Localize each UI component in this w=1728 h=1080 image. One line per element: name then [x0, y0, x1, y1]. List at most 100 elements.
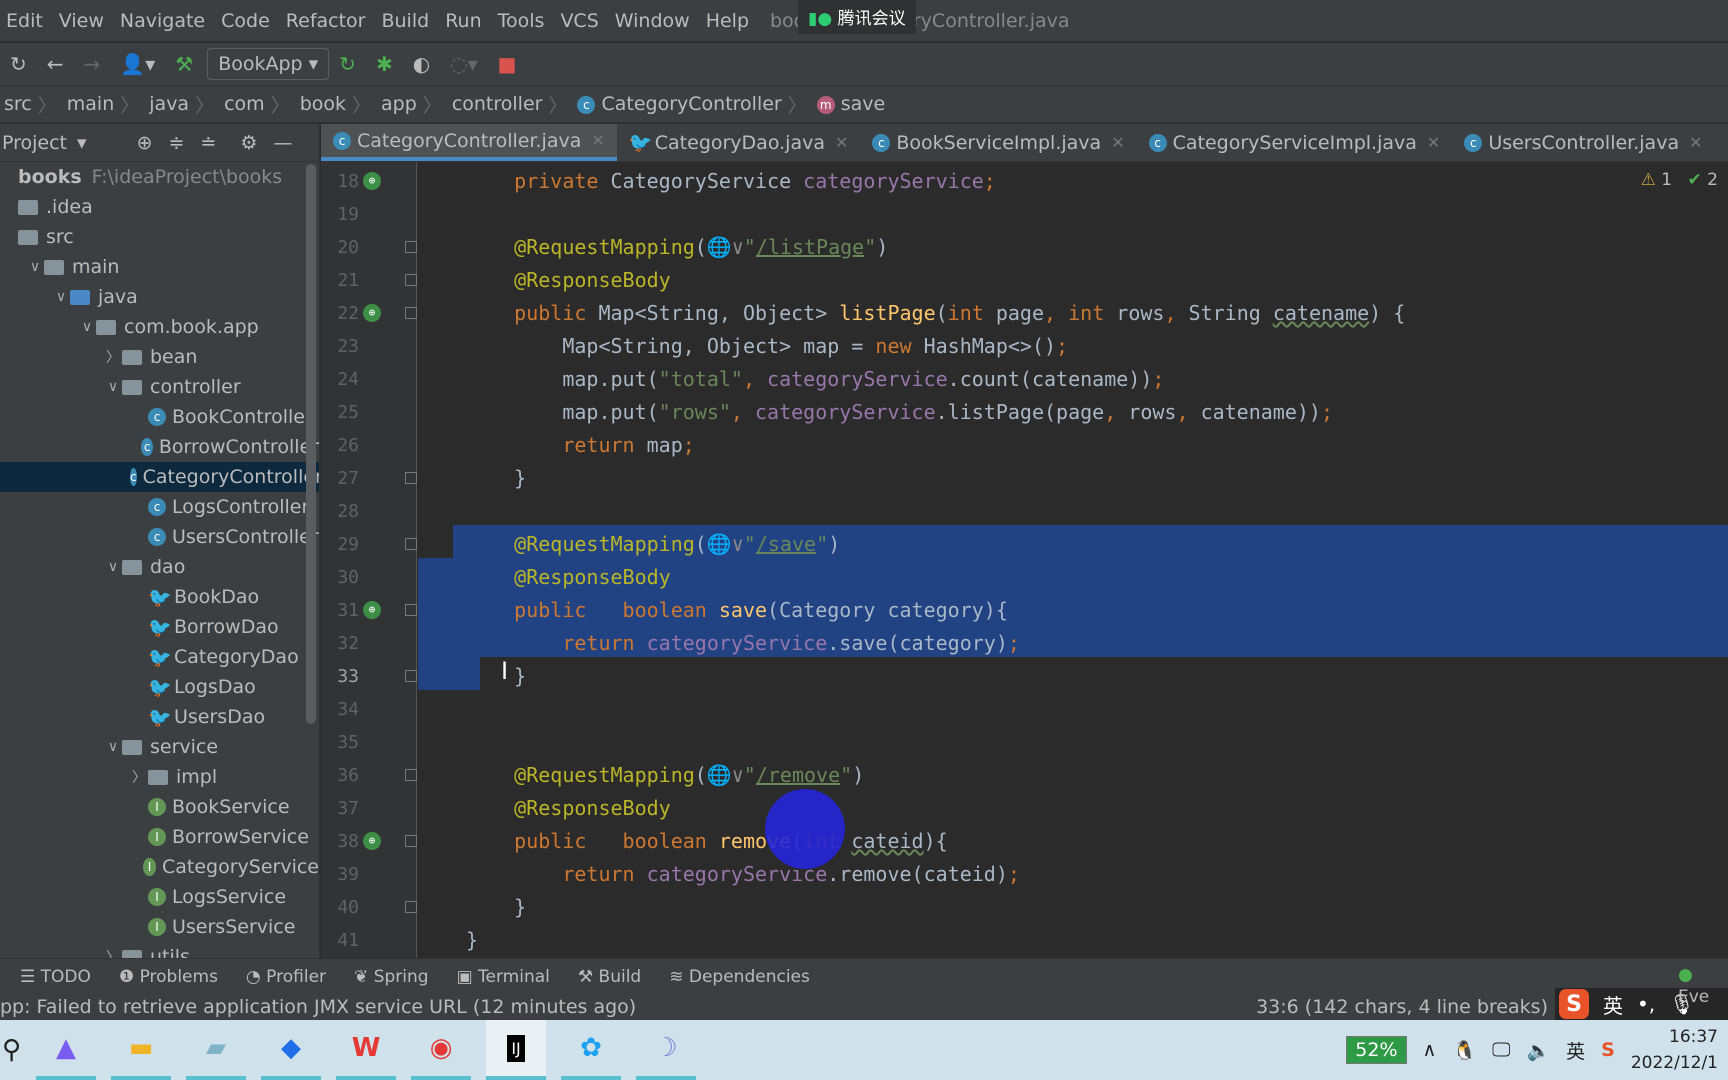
taskbar-app-meeting[interactable]: ◆: [261, 1020, 322, 1080]
coverage-icon[interactable]: ◐: [413, 52, 430, 76]
taskbar-app-intellij[interactable]: IJ: [486, 1020, 547, 1080]
menu-window[interactable]: Window: [615, 10, 690, 32]
volume-icon[interactable]: 🔈: [1526, 1039, 1550, 1062]
toolwindow-dependencies[interactable]: ≋ Dependencies: [669, 967, 810, 987]
input-language[interactable]: 英: [1566, 1037, 1585, 1064]
tree-item[interactable]: ∨ controller: [0, 372, 319, 402]
fold-marker-icon[interactable]: [405, 604, 417, 616]
fold-marker-icon[interactable]: [405, 307, 417, 319]
code-editor[interactable]: 18 ⊕ private CategoryService categoryServ…: [321, 162, 1728, 958]
menu-navigate[interactable]: Navigate: [120, 10, 205, 32]
chevron-up-icon[interactable]: ∧: [1423, 1039, 1437, 1061]
close-icon[interactable]: ✕: [591, 131, 604, 150]
locate-icon[interactable]: ⊕: [137, 132, 153, 154]
fold-marker-icon[interactable]: [405, 241, 417, 253]
tree-item[interactable]: c CategoryController: [0, 462, 319, 492]
tree-item[interactable]: c BookController: [0, 402, 319, 432]
spring-bean-icon[interactable]: ⊕: [363, 832, 381, 850]
taskbar-app-photos[interactable]: ▲: [36, 1020, 97, 1080]
menu-refactor[interactable]: Refactor: [286, 10, 366, 32]
menu-vcs[interactable]: VCS: [560, 10, 598, 32]
breadcrumb-item[interactable]: m save: [816, 93, 885, 115]
menu-build[interactable]: Build: [381, 10, 429, 32]
hide-icon[interactable]: —: [273, 132, 292, 154]
chevron-right-icon[interactable]: 〉: [104, 347, 122, 367]
close-icon[interactable]: ✕: [1427, 133, 1440, 152]
fold-marker-icon[interactable]: [405, 274, 417, 286]
back-icon[interactable]: ←: [47, 52, 64, 76]
spring-bean-icon[interactable]: ⊕: [363, 172, 381, 190]
tree-item[interactable]: books F:\ideaProject\books: [0, 162, 319, 192]
tree-item[interactable]: 🐦 BookDao: [0, 582, 319, 612]
tree-item[interactable]: 〉 impl: [0, 762, 319, 792]
network-icon[interactable]: 🖵: [1492, 1039, 1510, 1061]
project-view-select[interactable]: Project: [2, 132, 67, 154]
tab-bookserviceimpl-java[interactable]: c BookServiceImpl.java ✕: [860, 124, 1136, 161]
toolwindow-spring[interactable]: ❦ Spring: [354, 967, 429, 987]
breadcrumb-item[interactable]: c CategoryController: [577, 93, 782, 115]
chevron-down-icon[interactable]: ∨: [104, 379, 122, 395]
menu-help[interactable]: Help: [706, 10, 749, 32]
toolwindow-terminal[interactable]: ▣ Terminal: [457, 967, 550, 987]
breadcrumb-item[interactable]: src: [4, 93, 32, 115]
tree-item[interactable]: c LogsController: [0, 492, 319, 522]
ime-lang[interactable]: 英: [1603, 990, 1623, 1019]
chevron-down-icon[interactable]: ∨: [26, 259, 44, 275]
rerun-icon[interactable]: ↻: [339, 52, 356, 76]
clock[interactable]: 16:37 2022/12/1: [1631, 1024, 1718, 1076]
profile-icon[interactable]: ◌▾: [450, 52, 478, 76]
fold-marker-icon[interactable]: [405, 538, 417, 550]
tree-item[interactable]: I CategoryService: [0, 852, 319, 882]
tree-item[interactable]: I UsersService: [0, 912, 319, 942]
qq-icon[interactable]: 🐧: [1452, 1039, 1476, 1062]
forward-icon[interactable]: →: [84, 52, 101, 76]
menu-edit[interactable]: Edit: [6, 10, 43, 32]
tree-item[interactable]: ∨ main: [0, 252, 319, 282]
breadcrumb-item[interactable]: java: [149, 93, 189, 115]
build-hammer-icon[interactable]: ⚒: [175, 52, 193, 76]
tree-item[interactable]: 〉 utils: [0, 942, 319, 958]
chevron-right-icon[interactable]: 〉: [104, 947, 122, 958]
menu-view[interactable]: View: [59, 10, 104, 32]
tree-item[interactable]: ∨ java: [0, 282, 319, 312]
debug-icon[interactable]: ✱: [376, 52, 393, 76]
chevron-down-icon[interactable]: ∨: [104, 739, 122, 755]
chevron-right-icon[interactable]: 〉: [130, 767, 148, 787]
taskbar-app-chrome[interactable]: ◉: [411, 1020, 472, 1080]
fold-marker-icon[interactable]: [405, 670, 417, 682]
taskbar-app-wps[interactable]: W: [336, 1020, 397, 1080]
status-message[interactable]: pp: Failed to retrieve application JMX s…: [0, 996, 636, 1018]
tree-item[interactable]: src: [0, 222, 319, 252]
taskbar-app-baidu-netdisk[interactable]: ✿: [561, 1020, 622, 1080]
tree-item[interactable]: 〉 bean: [0, 342, 319, 372]
menu-run[interactable]: Run: [445, 10, 481, 32]
chevron-down-icon[interactable]: ∨: [78, 319, 96, 335]
tree-item[interactable]: 🐦 BorrowDao: [0, 612, 319, 642]
sync-icon[interactable]: ↻: [10, 52, 27, 76]
search-icon[interactable]: ⚲: [2, 1035, 21, 1065]
tab-categoryserviceimpl-java[interactable]: c CategoryServiceImpl.java ✕: [1137, 124, 1453, 161]
menu-tools[interactable]: Tools: [498, 10, 545, 32]
caret-position[interactable]: 33:6 (142 chars, 4 line breaks): [1256, 996, 1548, 1018]
collapse-all-icon[interactable]: ≐: [200, 132, 216, 154]
tab-categorycontroller-java[interactable]: c CategoryController.java ✕: [321, 124, 617, 161]
breadcrumb-item[interactable]: book: [300, 93, 346, 115]
fold-marker-icon[interactable]: [405, 835, 417, 847]
tree-item[interactable]: 🐦 LogsDao: [0, 672, 319, 702]
menu-code[interactable]: Code: [221, 10, 270, 32]
breadcrumb-item[interactable]: controller: [452, 93, 543, 115]
tree-item[interactable]: I BorrowService: [0, 822, 319, 852]
close-icon[interactable]: ✕: [835, 133, 848, 152]
tree-item[interactable]: 🐦 CategoryDao: [0, 642, 319, 672]
toolwindow-build[interactable]: ⚒ Build: [578, 967, 641, 987]
tree-item[interactable]: c BorrowController: [0, 432, 319, 462]
inspections-widget[interactable]: ⚠ 1 ✔ 2: [1641, 170, 1718, 190]
sogou-tray-icon[interactable]: S: [1601, 1039, 1615, 1061]
tree-item[interactable]: ∨ dao: [0, 552, 319, 582]
run-configuration-select[interactable]: BookApp ▾: [207, 48, 330, 80]
tab-userscontroller-java[interactable]: c UsersController.java ✕: [1452, 124, 1714, 161]
close-icon[interactable]: ✕: [1111, 133, 1124, 152]
breadcrumb-item[interactable]: app: [381, 93, 417, 115]
tree-item[interactable]: 🐦 UsersDao: [0, 702, 319, 732]
taskbar-app-dolphin[interactable]: ☽: [636, 1020, 697, 1080]
